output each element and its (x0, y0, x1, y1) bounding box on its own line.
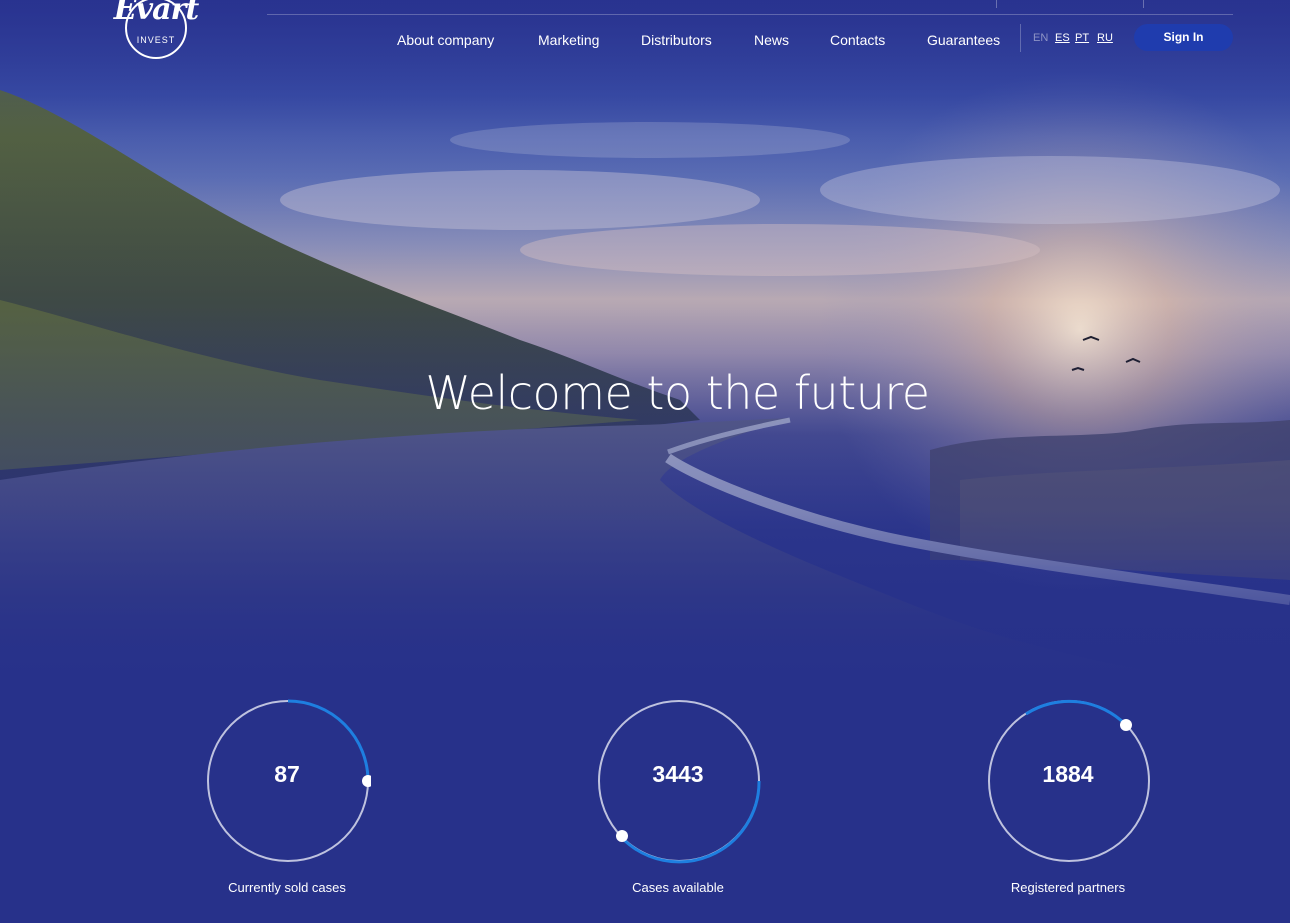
language-divider (1020, 24, 1021, 52)
nav-news[interactable]: News (754, 30, 789, 50)
hero-overlay (0, 0, 1290, 680)
stat-label: Cases available (632, 880, 724, 895)
stat-label: Currently sold cases (228, 880, 346, 895)
header-divider-tick (996, 0, 997, 8)
header-divider-tick (1143, 0, 1144, 8)
nav-guarantees[interactable]: Guarantees (927, 30, 1000, 50)
stat-value: 3443 (652, 761, 704, 787)
stat-value: 87 (274, 761, 300, 787)
nav-marketing[interactable]: Marketing (538, 30, 599, 50)
header-divider (267, 14, 1233, 15)
stat-sold-cases: 87 Currently sold cases (205, 698, 375, 908)
logo-wordmark: Evart (113, 0, 199, 27)
stat-registered-partners: 1884 Registered partners (986, 698, 1156, 908)
hero-background (0, 0, 1290, 680)
hero-title: Welcome to the future (425, 366, 930, 420)
language-es[interactable]: ES (1055, 32, 1070, 44)
nav-distributors[interactable]: Distributors (641, 30, 712, 50)
language-en[interactable]: EN (1033, 32, 1048, 44)
stat-label: Registered partners (1010, 880, 1126, 895)
logo[interactable]: Evart INVEST (106, 0, 206, 64)
site-header: Evart INVEST About company Marketing Dis… (0, 0, 1290, 70)
nav-about-company[interactable]: About company (397, 30, 494, 50)
language-ru[interactable]: RU (1097, 32, 1113, 44)
stat-value: 1884 (1042, 761, 1094, 787)
nav-contacts[interactable]: Contacts (830, 30, 885, 50)
logo-subtitle: INVEST (136, 35, 176, 45)
stat-cases-available: 3443 Cases available (596, 698, 766, 908)
language-pt[interactable]: PT (1075, 32, 1089, 44)
sign-in-button[interactable]: Sign In (1134, 24, 1233, 51)
